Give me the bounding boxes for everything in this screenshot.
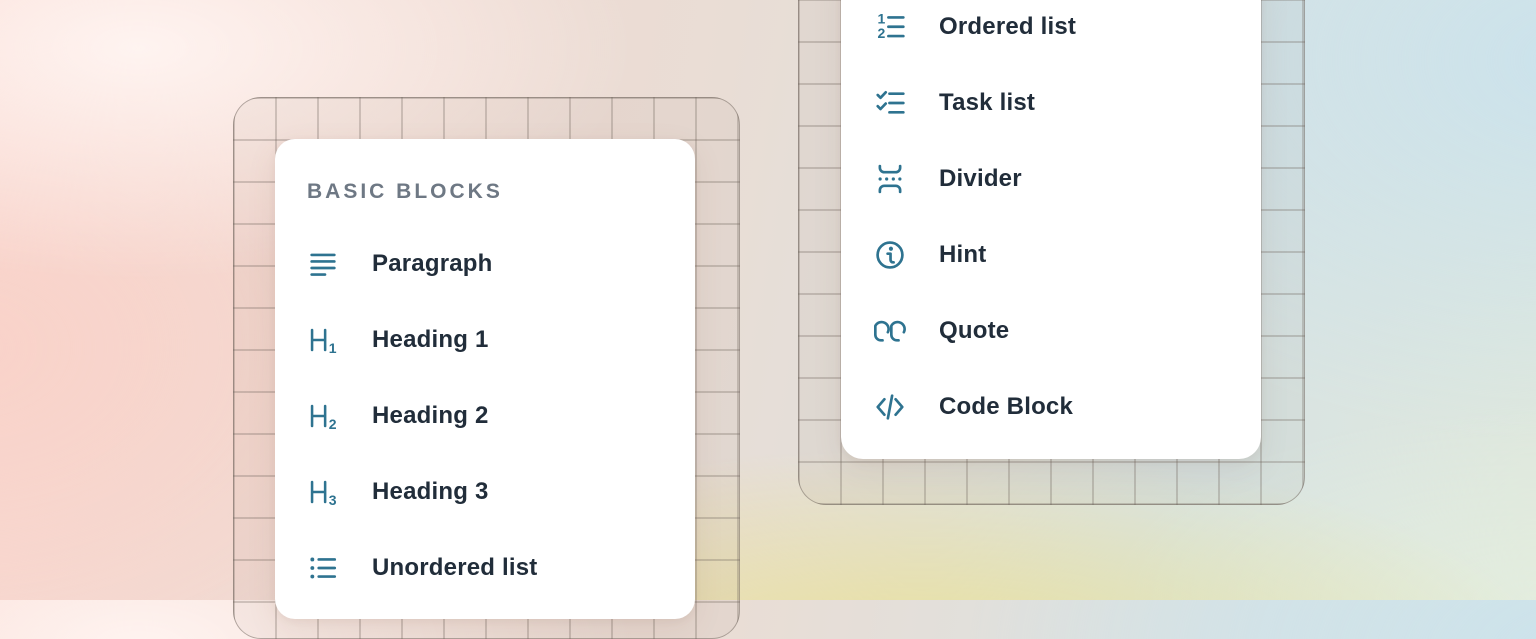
svg-text:1: 1 [329,340,337,356]
menu-item-label: Quote [939,317,1009,345]
blocks-menu-card-continued: 12 Ordered list Task list Divider Hint Quote C… [841,0,1261,459]
menu-item-ordered-list[interactable]: 12 Ordered list [874,0,1237,65]
svg-text:1: 1 [877,11,885,26]
menu-item-label: Unordered list [372,554,538,582]
menu-item-heading-1[interactable]: 1 Heading 1 [307,302,671,378]
ordered-list-icon: 12 [874,11,906,43]
heading-1-icon: 1 [307,324,339,356]
menu-item-label: Task list [939,89,1035,117]
menu-item-unordered-list[interactable]: Unordered list [307,530,671,606]
svg-text:2: 2 [329,416,337,432]
menu-item-hint[interactable]: Hint [874,217,1237,293]
heading-3-icon: 3 [307,476,339,508]
divider-icon [874,163,906,195]
menu-item-task-list[interactable]: Task list [874,65,1237,141]
blocks-menu-list: 12 Ordered list Task list Divider Hint Quote C… [874,0,1237,445]
menu-item-quote[interactable]: Quote [874,293,1237,369]
menu-item-heading-3[interactable]: 3 Heading 3 [307,454,671,530]
heading-2-icon: 2 [307,400,339,432]
menu-item-paragraph[interactable]: Paragraph [307,226,671,302]
menu-item-heading-2[interactable]: 2 Heading 2 [307,378,671,454]
menu-item-label: Hint [939,241,986,269]
menu-item-label: Heading 3 [372,478,489,506]
section-label-basic-blocks: BASIC BLOCKS [307,181,671,202]
menu-item-label: Paragraph [372,250,493,278]
quote-icon [874,315,906,347]
menu-item-code-block[interactable]: Code Block [874,369,1237,445]
paragraph-icon [307,248,339,280]
hint-icon [874,239,906,271]
svg-text:3: 3 [329,492,337,508]
menu-item-label: Ordered list [939,13,1076,41]
menu-item-label: Heading 2 [372,402,489,430]
menu-item-label: Divider [939,165,1022,193]
menu-item-label: Heading 1 [372,326,489,354]
code-block-icon [874,391,906,423]
basic-blocks-menu-list: Paragraph 1 Heading 1 2 Heading 2 3 Heading 3 U… [307,226,671,606]
svg-text:2: 2 [877,25,885,41]
menu-item-label: Code Block [939,393,1073,421]
task-list-icon [874,87,906,119]
unordered-list-icon [307,552,339,584]
basic-blocks-menu-card: BASIC BLOCKS Paragraph 1 Heading 1 2 Heading… [275,139,695,619]
menu-item-divider[interactable]: Divider [874,141,1237,217]
